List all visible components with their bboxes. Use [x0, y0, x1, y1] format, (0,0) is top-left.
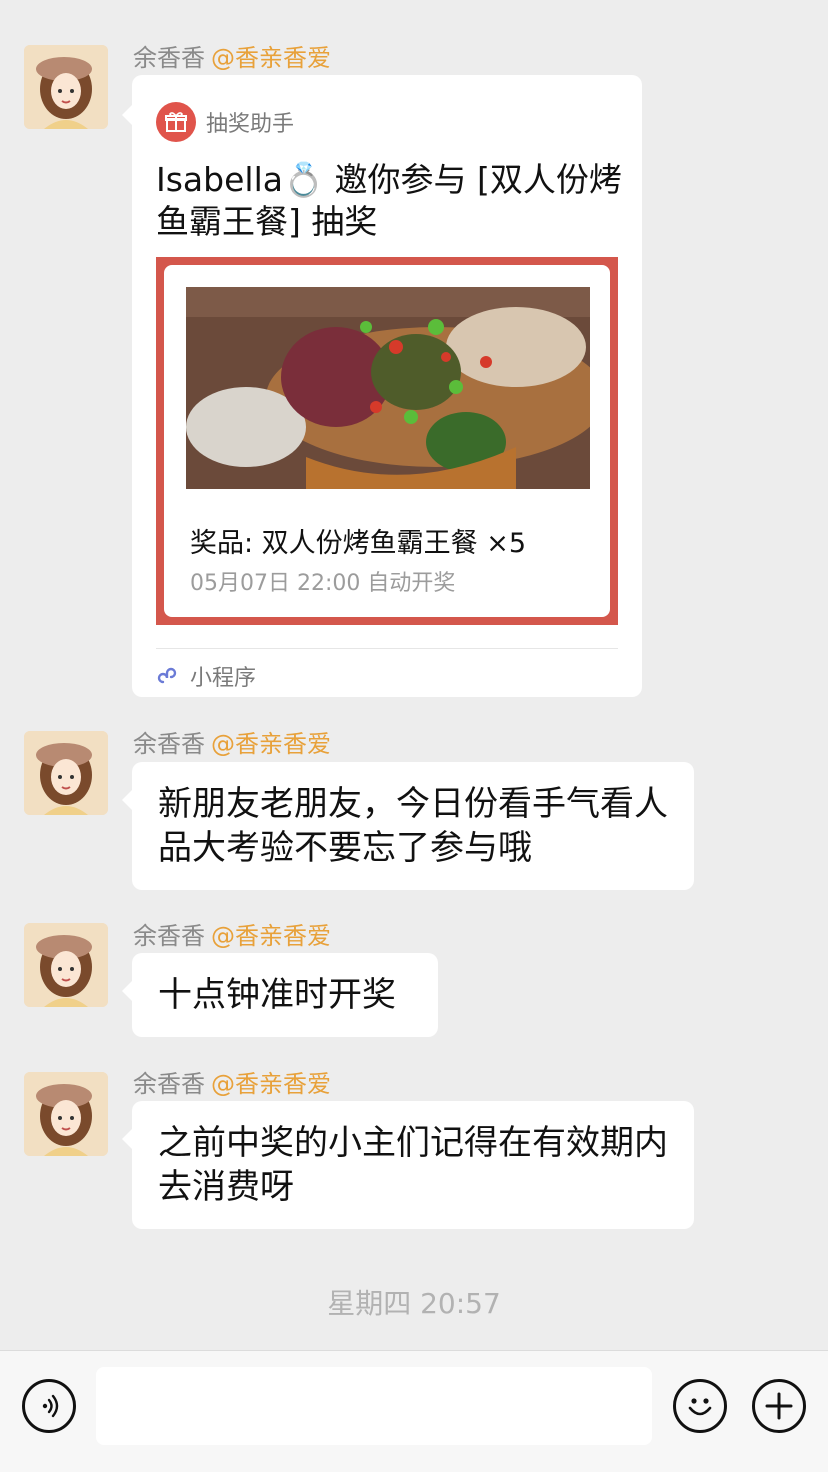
message-bubble[interactable]: 十点钟准时开奖	[122, 953, 438, 1037]
card-header: 抽奖助手	[156, 102, 294, 142]
sender-nickname: 余香香	[133, 922, 205, 950]
sender-name: 余香香 @香亲香爱	[133, 1064, 331, 1099]
prize-frame[interactable]: 奖品: 双人份烤鱼霸王餐 ×5 05月07日 22:00 自动开奖	[156, 257, 618, 625]
chat-timestamp: 星期四 20:57	[327, 1287, 501, 1320]
prize-panel: 奖品: 双人份烤鱼霸王餐 ×5 05月07日 22:00 自动开奖	[164, 265, 610, 617]
sender-tag: @香亲香爱	[211, 922, 331, 950]
sender-tag: @香亲香爱	[211, 1070, 331, 1098]
prize-label: 奖品: 双人份烤鱼霸王餐 ×5	[190, 528, 527, 559]
emoji-button[interactable]	[673, 1379, 727, 1433]
lottery-card[interactable]: 抽奖助手 Isabella💍 邀你参与 [双人份烤鱼霸王餐] 抽奖 奖品: 双人…	[122, 75, 642, 697]
plus-icon	[765, 1392, 793, 1420]
avatar[interactable]	[24, 731, 108, 815]
prize-photo	[186, 287, 590, 489]
card-title: Isabella💍 邀你参与 [双人份烤鱼霸王餐] 抽奖	[156, 160, 622, 241]
message-input[interactable]	[96, 1367, 652, 1445]
sender-tag: @香亲香爱	[211, 730, 331, 758]
message-bubble[interactable]: 新朋友老朋友，今日份看手气看人品大考验不要忘了参与哦	[122, 762, 694, 890]
sender-tag: @香亲香爱	[211, 44, 331, 72]
sender-name: 余香香 @香亲香爱	[133, 916, 331, 951]
avatar[interactable]	[24, 45, 108, 129]
input-bar	[0, 1350, 828, 1472]
emoji-icon	[688, 1398, 712, 1416]
sender-name: 余香香 @香亲香爱	[133, 38, 331, 73]
mini-program-text: 小程序	[190, 666, 257, 691]
message-bubble[interactable]: 之前中奖的小主们记得在有效期内去消费呀	[122, 1101, 694, 1229]
plus-button[interactable]	[752, 1379, 806, 1433]
mini-program-icon	[157, 667, 177, 684]
avatar[interactable]	[24, 1072, 108, 1156]
card-divider	[156, 648, 618, 649]
gift-icon	[156, 102, 196, 142]
sender-name: 余香香 @香亲香爱	[133, 724, 331, 759]
sender-nickname: 余香香	[133, 1070, 205, 1098]
mini-program-label: 小程序	[156, 660, 256, 692]
card-app-name: 抽奖助手	[206, 112, 295, 137]
draw-time: 05月07日 22:00 自动开奖	[190, 571, 456, 596]
sender-nickname: 余香香	[133, 730, 205, 758]
voice-icon	[42, 1394, 59, 1418]
avatar[interactable]	[24, 923, 108, 1007]
sender-nickname: 余香香	[133, 44, 205, 72]
voice-button[interactable]	[22, 1379, 76, 1433]
